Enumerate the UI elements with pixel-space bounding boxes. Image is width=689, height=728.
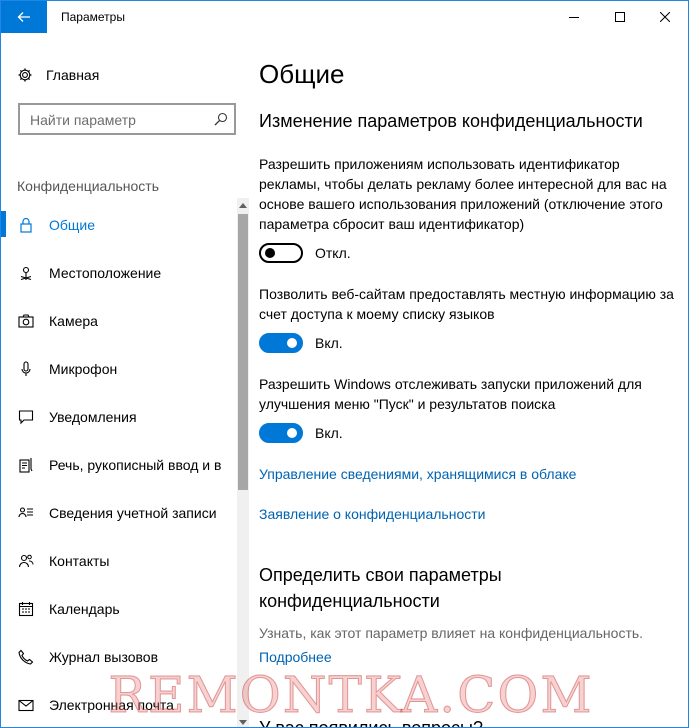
maximize-button[interactable] [597, 1, 643, 33]
section-label-privacy: Конфиденциальность [17, 178, 160, 194]
sidebar-item-contacts[interactable]: Контакты [1, 543, 237, 579]
sidebar-item-location[interactable]: Местоположение [1, 255, 237, 291]
sidebar-item-email[interactable]: Электронная почта [1, 687, 237, 723]
sidebar-item-call-history[interactable]: Журнал вызовов [1, 639, 237, 675]
toggle-state-label: Вкл. [315, 335, 343, 351]
arrow-left-icon [17, 12, 30, 22]
chevron-up-icon [239, 202, 247, 208]
sidebar-item-label: Электронная почта [49, 697, 174, 713]
sidebar-item-label: Местоположение [49, 265, 162, 281]
notification-icon [18, 409, 34, 425]
sidebar-scrollbar[interactable] [237, 198, 249, 727]
scrollbar-thumb[interactable] [238, 214, 248, 490]
toggle-row-language-list: Вкл. [259, 333, 343, 353]
toggle-state-label: Вкл. [315, 425, 343, 441]
app-launch-tracking-toggle[interactable] [259, 423, 303, 443]
sidebar-item-general[interactable]: Общие [1, 207, 237, 243]
toggle-knob [265, 248, 275, 258]
toggle-row-app-launch-tracking: Вкл. [259, 423, 343, 443]
section-title-choose-settings: Определить свои параметры [259, 565, 502, 585]
home-link[interactable]: Главная [17, 65, 99, 85]
section-description: Узнать, как этот параметр влияет на конф… [259, 625, 644, 641]
sidebar-item-label: Камера [49, 313, 98, 329]
sidebar-item-camera[interactable]: Камера [1, 303, 237, 339]
gear-icon [18, 68, 32, 82]
page-title: Общие [259, 59, 345, 89]
toggle-row-advertising-id: Откл. [259, 243, 351, 263]
calendar-icon [18, 601, 34, 617]
scroll-up-button[interactable] [237, 198, 249, 212]
title-bar: Параметры [1, 1, 688, 33]
location-icon [18, 265, 34, 281]
settings-window: Параметры Главная Найти параметр Конфиде… [0, 0, 689, 728]
back-button[interactable] [1, 1, 47, 33]
sidebar-item-account-info[interactable]: Сведения учетной записи [1, 495, 237, 531]
sidebar-item-label: Общие [49, 217, 96, 233]
microphone-icon [18, 361, 34, 377]
close-icon [660, 12, 670, 22]
sidebar-item-notifications[interactable]: Уведомления [1, 399, 237, 435]
content-pane: Общие Изменение параметров конфиденциаль… [249, 33, 688, 728]
advertising-id-toggle[interactable] [259, 243, 303, 263]
sidebar-item-label: Уведомления [49, 409, 137, 425]
setting-description-app-launch-tracking: Разрешить Windows отслеживать запуски пр… [259, 376, 642, 412]
sidebar-item-label: Журнал вызовов [49, 649, 159, 665]
scroll-down-button[interactable] [237, 715, 249, 727]
section-title-privacy-options: Изменение параметров конфиденциальности [259, 111, 643, 131]
toggle-knob [287, 338, 297, 348]
minimize-button[interactable] [551, 1, 597, 33]
sidebar-item-calendar[interactable]: Календарь [1, 591, 237, 627]
sidebar-item-label: Контакты [49, 553, 110, 569]
cloud-info-link[interactable]: Управление сведениями, хранящимися в обл… [259, 464, 576, 484]
sidebar-item-label: Календарь [49, 601, 120, 617]
chevron-down-icon [239, 719, 247, 725]
sidebar-item-microphone[interactable]: Микрофон [1, 351, 237, 387]
toggle-knob [287, 428, 297, 438]
account-info-icon [18, 505, 34, 521]
section-title-questions: У вас появились вопросы? [259, 718, 483, 728]
contacts-icon [18, 553, 34, 569]
email-icon [18, 697, 34, 713]
sidebar-item-speech[interactable]: Речь, рукописный ввод и в [1, 447, 237, 483]
setting-description-advertising-id: Разрешить приложениям использовать идент… [259, 156, 667, 232]
search-placeholder: Найти параметр [30, 112, 136, 128]
setting-description-language-list: Позволить веб-сайтам предоставлять местн… [259, 286, 674, 322]
minimize-icon [569, 17, 579, 18]
call-history-icon [18, 649, 34, 665]
home-label: Главная [46, 67, 100, 83]
camera-icon [18, 313, 34, 329]
toggle-state-label: Откл. [315, 245, 351, 261]
learn-more-link[interactable]: Подробнее [259, 647, 332, 667]
maximize-icon [615, 12, 625, 22]
close-button[interactable] [642, 1, 688, 33]
sidebar-item-label: Сведения учетной записи [49, 505, 217, 521]
sidebar: Главная Найти параметр Конфиденциальност… [1, 33, 249, 727]
section-title-choose-settings-line2: конфиденциальности [259, 591, 440, 611]
privacy-statement-link[interactable]: Заявление о конфиденциальности [259, 504, 485, 524]
speech-icon [18, 457, 34, 473]
window-title: Параметры [61, 10, 125, 24]
sidebar-item-label: Микрофон [49, 361, 118, 377]
search-input[interactable]: Найти параметр [18, 103, 236, 135]
search-icon[interactable] [214, 112, 228, 126]
lock-icon [18, 217, 34, 233]
sidebar-item-label: Речь, рукописный ввод и в [49, 457, 222, 473]
language-list-toggle[interactable] [259, 333, 303, 353]
